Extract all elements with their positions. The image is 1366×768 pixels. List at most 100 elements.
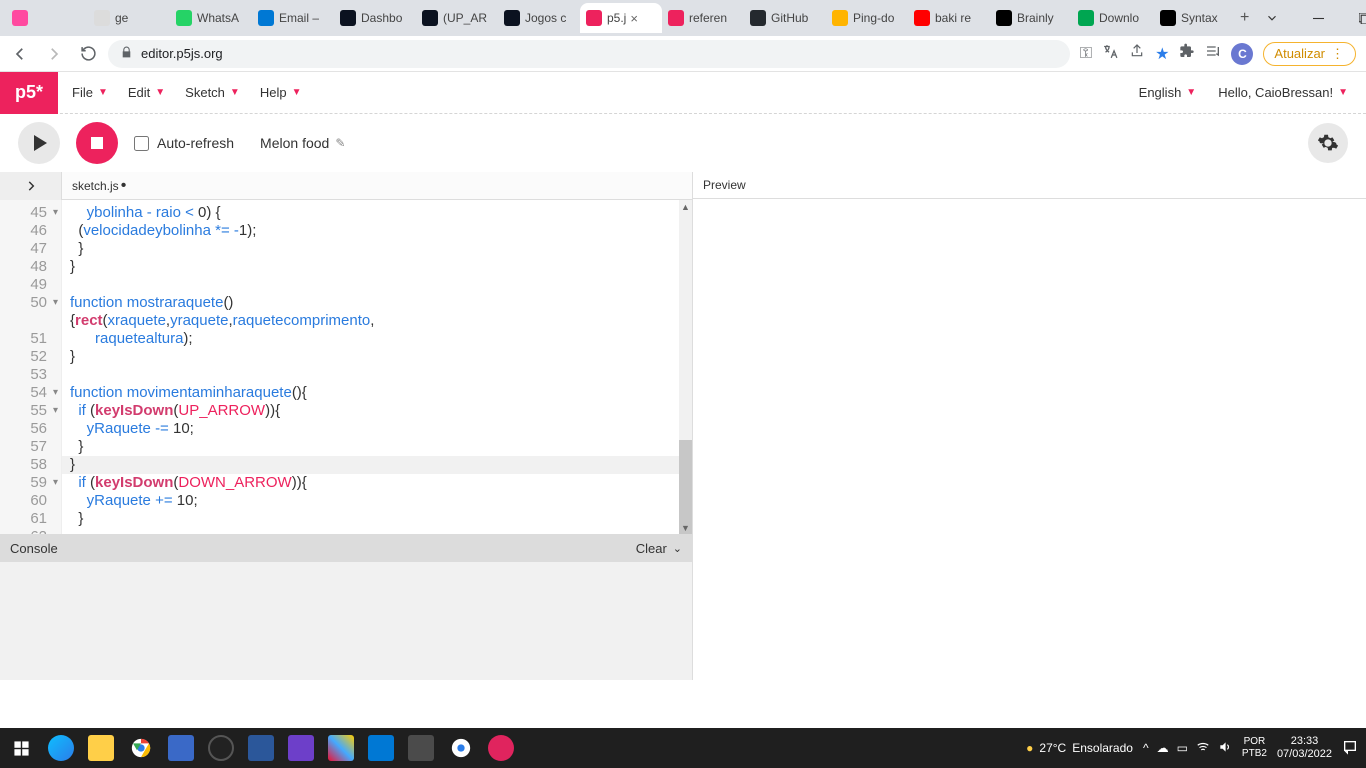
meet-now-icon[interactable]: ▭ [1177, 741, 1188, 755]
chevron-down-icon: ⌄ [673, 542, 682, 555]
reading-list-icon[interactable] [1205, 43, 1221, 64]
taskbar-chrome2[interactable] [448, 735, 474, 761]
favicon-icon [750, 10, 766, 26]
clock[interactable]: 23:33 07/03/2022 [1277, 735, 1332, 761]
minimize-button[interactable] [1295, 0, 1341, 36]
settings-button[interactable] [1308, 123, 1348, 163]
browser-tab[interactable]: Dashbo [334, 3, 416, 33]
profile-avatar[interactable]: C [1231, 43, 1253, 65]
favicon-icon [996, 10, 1012, 26]
taskbar-app3[interactable] [328, 735, 354, 761]
translate-icon[interactable] [1102, 43, 1119, 65]
file-tab-sketch[interactable]: sketch.js• [62, 172, 136, 200]
weather-widget[interactable]: ● 27°C Ensolarado [1026, 741, 1133, 755]
bookmark-star-icon[interactable]: ★ [1155, 44, 1169, 64]
scrollbar-vertical[interactable]: ▲ ▼ [679, 200, 692, 534]
update-button[interactable]: Atualizar⋮ [1263, 42, 1356, 66]
taskbar-explorer[interactable] [88, 735, 114, 761]
tab-search-button[interactable] [1249, 0, 1295, 36]
url-text: editor.p5js.org [141, 46, 223, 61]
browser-tab[interactable]: Brainly [990, 3, 1072, 33]
back-button[interactable] [6, 40, 34, 68]
menu-edit[interactable]: Edit▼ [128, 85, 165, 100]
browser-tab[interactable]: WhatsA [170, 3, 252, 33]
taskbar-chrome[interactable] [128, 735, 154, 761]
browser-tab[interactable]: referen [662, 3, 744, 33]
taskbar-obs[interactable] [208, 735, 234, 761]
tab-label: Downlo [1099, 11, 1139, 25]
browser-tab[interactable] [6, 3, 88, 33]
volume-icon[interactable] [1218, 740, 1232, 757]
browser-tab[interactable]: Email – [252, 3, 334, 33]
taskbar-sublime[interactable] [408, 735, 434, 761]
address-bar[interactable]: editor.p5js.org [108, 40, 1070, 68]
browser-tab[interactable]: p5.j× [580, 3, 662, 33]
reload-button[interactable] [74, 40, 102, 68]
taskbar-app4[interactable] [488, 735, 514, 761]
sidebar-expand-button[interactable] [0, 172, 62, 200]
console-header: Console Clear⌄ [0, 534, 692, 562]
tab-label: referen [689, 11, 727, 25]
stop-button[interactable] [76, 122, 118, 164]
browser-toolbar: editor.p5js.org ⚿ ★ C Atualizar⋮ [0, 36, 1366, 72]
taskbar-vscode[interactable] [368, 735, 394, 761]
chevron-down-icon: ▼ [98, 87, 108, 98]
favicon-icon [1160, 10, 1176, 26]
menu-sketch[interactable]: Sketch▼ [185, 85, 240, 100]
tab-label: ge [115, 11, 128, 25]
kebab-icon: ⋮ [1331, 46, 1345, 62]
browser-tab[interactable]: ge [88, 3, 170, 33]
auto-refresh-toggle[interactable]: Auto-refresh [134, 135, 234, 151]
file-tab-bar: sketch.js• [0, 172, 692, 200]
tray-expand-icon[interactable]: ^ [1143, 741, 1149, 755]
forward-button[interactable] [40, 40, 68, 68]
favicon-icon [586, 10, 602, 26]
taskbar-app1[interactable] [168, 735, 194, 761]
play-button[interactable] [18, 122, 60, 164]
user-menu[interactable]: Hello, CaioBressan!▼ [1218, 85, 1348, 100]
favicon-icon [176, 10, 192, 26]
extensions-icon[interactable] [1179, 43, 1195, 64]
onedrive-icon[interactable]: ☁ [1157, 741, 1169, 755]
code-editor[interactable]: 454647484950 515253545556575859606162636… [0, 200, 692, 534]
auto-refresh-checkbox[interactable] [134, 136, 149, 151]
language-selector[interactable]: English▼ [1139, 85, 1197, 100]
wifi-icon[interactable] [1196, 740, 1210, 757]
console-clear-button[interactable]: Clear⌄ [636, 541, 682, 556]
scroll-up-icon[interactable]: ▲ [679, 200, 692, 213]
browser-tab[interactable]: Syntax [1154, 3, 1236, 33]
tab-label: Ping-do [853, 11, 894, 25]
system-tray[interactable]: ^ ☁ ▭ [1143, 740, 1232, 757]
browser-tab[interactable]: baki re [908, 3, 990, 33]
sun-icon: ● [1026, 741, 1033, 755]
notifications-icon[interactable] [1342, 739, 1358, 758]
start-button[interactable] [8, 735, 34, 761]
password-key-icon[interactable]: ⚿ [1080, 45, 1092, 63]
lock-icon [120, 46, 133, 62]
close-icon[interactable]: × [630, 11, 638, 26]
play-icon [34, 135, 47, 151]
windows-taskbar: ● 27°C Ensolarado ^ ☁ ▭ POR PTB2 23:33 0… [0, 728, 1366, 768]
browser-tab[interactable]: Ping-do [826, 3, 908, 33]
browser-tab[interactable]: GitHub [744, 3, 826, 33]
menu-file[interactable]: File▼ [72, 85, 108, 100]
taskbar-edge[interactable] [48, 735, 74, 761]
taskbar-app2[interactable] [288, 735, 314, 761]
p5-logo[interactable]: p5* [0, 72, 58, 114]
new-tab-button[interactable]: + [1240, 4, 1249, 32]
browser-tab[interactable]: (UP_AR [416, 3, 498, 33]
pencil-icon: ✎ [335, 136, 345, 150]
console-body[interactable] [0, 562, 692, 680]
maximize-button[interactable] [1341, 0, 1366, 36]
browser-tab-strip: ge WhatsAEmail –Dashbo(UP_ARJogos cp5.j× r… [0, 0, 1366, 36]
code-lines[interactable]: ybolinha - raio < 0) { (velocidadeybolin… [62, 200, 692, 534]
taskbar-word[interactable] [248, 735, 274, 761]
browser-tab[interactable]: Downlo [1072, 3, 1154, 33]
browser-tab[interactable]: Jogos c [498, 3, 580, 33]
scroll-down-icon[interactable]: ▼ [679, 521, 692, 534]
gear-icon [1317, 132, 1339, 154]
language-indicator[interactable]: POR PTB2 [1242, 736, 1267, 760]
sketch-name[interactable]: Melon food ✎ [260, 135, 345, 151]
menu-help[interactable]: Help▼ [260, 85, 302, 100]
share-icon[interactable] [1129, 43, 1145, 64]
